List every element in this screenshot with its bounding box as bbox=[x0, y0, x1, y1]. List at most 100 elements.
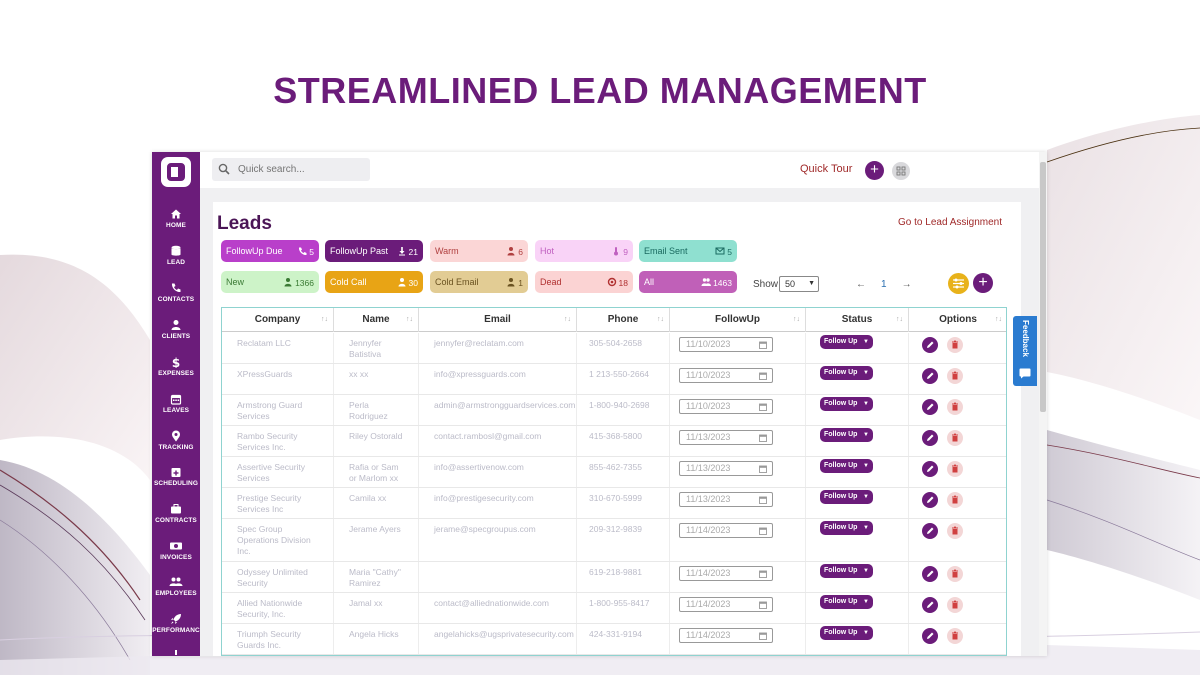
followup-cell: 11/13/2023 bbox=[670, 488, 806, 518]
column-header-followup[interactable]: FollowUp ↑↓ bbox=[670, 308, 806, 332]
sidebar-item-performance[interactable]: PERFORMANC bbox=[152, 613, 200, 634]
status-dropdown[interactable]: Follow Up ▼ bbox=[820, 335, 873, 349]
sidebar-item-contracts[interactable]: CONTRACTS bbox=[152, 503, 200, 524]
edit-button[interactable] bbox=[922, 566, 938, 582]
column-header-name[interactable]: Name ↑↓ bbox=[334, 308, 419, 332]
followup-date-input[interactable]: 11/14/2023 bbox=[679, 566, 773, 581]
status-dropdown[interactable]: Follow Up ▼ bbox=[820, 428, 873, 442]
sidebar-item-more[interactable] bbox=[152, 650, 200, 656]
table-row[interactable]: Rambo Security Services Inc. Riley Ostoral… bbox=[222, 426, 1006, 457]
followup-date-input[interactable]: 11/13/2023 bbox=[679, 430, 773, 445]
table-row[interactable]: XPressGuards xx xx info@xpressguards.com 1 … bbox=[222, 364, 1006, 395]
status-dropdown[interactable]: Follow Up ▼ bbox=[820, 595, 873, 609]
column-header-label: Options bbox=[939, 314, 977, 325]
followup-date-input[interactable]: 11/14/2023 bbox=[679, 597, 773, 612]
table-row[interactable]: Spec Group Operations Division Inc. Jerame … bbox=[222, 519, 1006, 562]
filter-chip-cold-email[interactable]: Cold Email 1 bbox=[430, 271, 528, 293]
edit-button[interactable] bbox=[922, 492, 938, 508]
quick-tour-link[interactable]: Quick Tour bbox=[800, 163, 852, 175]
status-dropdown[interactable]: Follow Up ▼ bbox=[820, 564, 873, 578]
table-row[interactable]: Triumph Security Guards Inc. Angela Hicks a… bbox=[222, 624, 1006, 655]
followup-date-input[interactable]: 11/10/2023 bbox=[679, 368, 773, 383]
status-dropdown[interactable]: Follow Up ▼ bbox=[820, 521, 873, 535]
add-button[interactable]: + bbox=[865, 161, 884, 180]
filter-chip-email-sent[interactable]: Email Sent 5 bbox=[639, 240, 737, 262]
status-dropdown[interactable]: Follow Up ▼ bbox=[820, 366, 873, 380]
filter-chip-dead[interactable]: Dead 18 bbox=[535, 271, 633, 293]
column-header-company[interactable]: Company ↑↓ bbox=[222, 308, 334, 332]
prev-page-button[interactable]: ← bbox=[851, 279, 871, 290]
delete-button[interactable] bbox=[947, 399, 963, 415]
edit-button[interactable] bbox=[922, 628, 938, 644]
status-dropdown[interactable]: Follow Up ▼ bbox=[820, 626, 873, 640]
sidebar-item-tracking[interactable]: TRACKING bbox=[152, 430, 200, 451]
edit-button[interactable] bbox=[922, 337, 938, 353]
table-row[interactable]: Prestige Security Services Inc Camila xx in… bbox=[222, 488, 1006, 519]
search-input[interactable] bbox=[238, 158, 363, 181]
table-row[interactable]: Assertive Security Services Rafia or Sam or… bbox=[222, 457, 1006, 488]
edit-button[interactable] bbox=[922, 399, 938, 415]
sidebar-item-lead[interactable]: LEAD bbox=[152, 245, 200, 266]
delete-button[interactable] bbox=[947, 628, 963, 644]
filter-chip-cold-call[interactable]: Cold Call 30 bbox=[325, 271, 423, 293]
column-header-status[interactable]: Status ↑↓ bbox=[806, 308, 909, 332]
edit-button[interactable] bbox=[922, 430, 938, 446]
table-row[interactable]: Reclatam LLC Jennyfer Batistiva jennyfer@re… bbox=[222, 333, 1006, 364]
scrollbar-thumb[interactable] bbox=[1040, 162, 1046, 412]
column-header-email[interactable]: Email ↑↓ bbox=[419, 308, 577, 332]
status-dropdown[interactable]: Follow Up ▼ bbox=[820, 490, 873, 504]
sidebar-item-leaves[interactable]: LEAVES bbox=[152, 393, 200, 414]
quick-search[interactable] bbox=[212, 158, 370, 181]
edit-button[interactable] bbox=[922, 597, 938, 613]
followup-date-input[interactable]: 11/13/2023 bbox=[679, 492, 773, 507]
table-row[interactable]: Allied Nationwide Security, Inc. Jamal xx c… bbox=[222, 593, 1006, 624]
edit-button[interactable] bbox=[922, 523, 938, 539]
table-row[interactable]: Armstrong Guard Services Perla Rodriguez adm… bbox=[222, 395, 1006, 426]
edit-button[interactable] bbox=[922, 368, 938, 384]
delete-button[interactable] bbox=[947, 566, 963, 582]
status-dropdown[interactable]: Follow Up ▼ bbox=[820, 397, 873, 411]
sidebar-item-contacts[interactable]: CONTACTS bbox=[152, 282, 200, 303]
scrollbar[interactable] bbox=[1039, 152, 1047, 656]
delete-button[interactable] bbox=[947, 430, 963, 446]
sidebar-item-employees[interactable]: EMPLOYEES bbox=[152, 576, 200, 597]
filter-settings-button[interactable] bbox=[948, 273, 969, 294]
chip-count: 1463 bbox=[701, 277, 732, 288]
page-size-select[interactable]: 50 ▼ bbox=[779, 276, 819, 292]
current-page[interactable]: 1 bbox=[874, 279, 894, 290]
sidebar-item-clients[interactable]: CLIENTS bbox=[152, 319, 200, 340]
column-header-phone[interactable]: Phone ↑↓ bbox=[577, 308, 670, 332]
sidebar-item-home[interactable]: HOME bbox=[152, 208, 200, 229]
date-value: 11/14/2023 bbox=[686, 525, 731, 535]
sidebar-item-expenses[interactable]: $ EXPENSES bbox=[152, 356, 200, 377]
delete-button[interactable] bbox=[947, 368, 963, 384]
filter-chip-hot[interactable]: Hot 9 bbox=[535, 240, 633, 262]
sidebar-item-scheduling[interactable]: SCHEDULING bbox=[152, 466, 200, 487]
filter-chip-warm[interactable]: Warm 6 bbox=[430, 240, 528, 262]
delete-button[interactable] bbox=[947, 597, 963, 613]
next-page-button[interactable]: → bbox=[897, 279, 917, 290]
filter-chip-new[interactable]: New 1366 bbox=[221, 271, 319, 293]
status-dropdown[interactable]: Follow Up ▼ bbox=[820, 459, 873, 473]
followup-date-input[interactable]: 11/14/2023 bbox=[679, 523, 773, 538]
followup-date-input[interactable]: 11/10/2023 bbox=[679, 337, 773, 352]
lead-assignment-link[interactable]: Go to Lead Assignment bbox=[898, 217, 1002, 228]
delete-button[interactable] bbox=[947, 523, 963, 539]
delete-button[interactable] bbox=[947, 492, 963, 508]
filter-chip-followup-due[interactable]: FollowUp Due 5 bbox=[221, 240, 319, 262]
filter-chip-all[interactable]: All 1463 bbox=[639, 271, 737, 293]
followup-date-input[interactable]: 11/13/2023 bbox=[679, 461, 773, 476]
feedback-tab[interactable]: Feedback bbox=[1013, 316, 1037, 386]
filter-chip-followup-past[interactable]: FollowUp Past 21 bbox=[325, 240, 423, 262]
delete-button[interactable] bbox=[947, 337, 963, 353]
column-header-options[interactable]: Options ↑↓ bbox=[909, 308, 1006, 332]
sidebar-item-invoices[interactable]: INVOICES bbox=[152, 540, 200, 561]
add-lead-button[interactable]: + bbox=[973, 273, 993, 293]
table-row[interactable]: Odyssey Unlimited Security Maria "Cathy" Ra… bbox=[222, 562, 1006, 593]
edit-button[interactable] bbox=[922, 461, 938, 477]
delete-button[interactable] bbox=[947, 461, 963, 477]
followup-date-input[interactable]: 11/14/2023 bbox=[679, 628, 773, 643]
apps-button[interactable] bbox=[892, 162, 910, 180]
app-logo[interactable] bbox=[161, 157, 191, 187]
followup-date-input[interactable]: 11/10/2023 bbox=[679, 399, 773, 414]
